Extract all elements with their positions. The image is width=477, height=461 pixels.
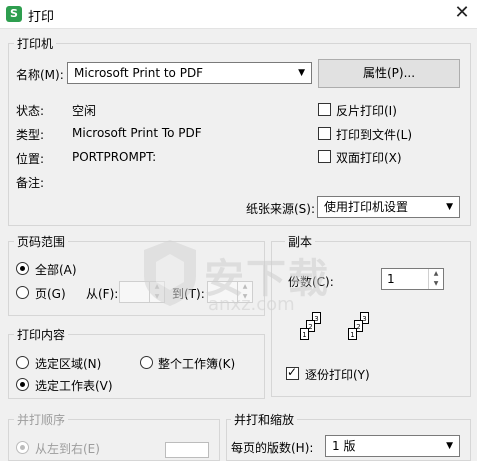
copies-count-label: 份数(C): <box>288 275 334 289</box>
duplex-print-checkbox[interactable] <box>318 150 331 163</box>
content-selection-radio[interactable] <box>16 356 29 369</box>
print-order-legend: 并打顺序 <box>14 411 69 428</box>
spinner-arrows-icon: ▲ ▼ <box>149 282 164 302</box>
duplex-print-label[interactable]: 双面打印(X) <box>336 149 402 166</box>
status-label: 状态: <box>16 104 45 118</box>
pages-per-sheet-label: 每页的版数(H): <box>231 441 314 455</box>
content-workbook-radio[interactable] <box>140 356 153 369</box>
range-all-radio[interactable] <box>16 262 29 275</box>
order-preview-box <box>165 442 209 458</box>
close-button[interactable]: ✕ <box>447 0 477 28</box>
properties-button[interactable]: 属性(P)... <box>318 59 460 88</box>
spinner-arrows-icon: ▲ ▼ <box>428 269 443 289</box>
page-range-legend: 页码范围 <box>14 233 69 250</box>
collate-label[interactable]: 逐份打印(Y) <box>305 366 370 383</box>
order-left-to-right-label[interactable]: 从左到右(E) <box>35 440 100 457</box>
reverse-print-checkbox[interactable] <box>318 103 331 116</box>
content-selection-label[interactable]: 选定区域(N) <box>35 355 101 372</box>
collate-illustration-set-2: 3 2 1 <box>346 312 376 344</box>
to-label: 到(T): <box>172 287 205 301</box>
chevron-down-icon: ▼ <box>446 202 453 212</box>
printer-name-value: Microsoft Print to PDF <box>74 66 204 80</box>
collate-checkbox[interactable] <box>286 365 299 380</box>
content-sheet-label[interactable]: 选定工作表(V) <box>35 377 113 394</box>
copies-count-spinner[interactable]: 1 ▲ ▼ <box>381 268 444 290</box>
print-content-legend: 打印内容 <box>14 326 69 343</box>
reverse-print-label[interactable]: 反片打印(I) <box>336 102 397 119</box>
printer-name-select[interactable]: Microsoft Print to PDF ▼ <box>67 62 312 84</box>
content-workbook-label[interactable]: 整个工作簿(K) <box>158 355 235 372</box>
type-label: 类型: <box>16 128 45 142</box>
printer-legend: 打印机 <box>14 35 57 52</box>
type-value: Microsoft Print To PDF <box>72 126 202 140</box>
page-range-group <box>8 241 265 316</box>
from-label: 从(F): <box>86 287 119 301</box>
wps-app-icon: S <box>6 6 22 22</box>
window-title: 打印 <box>28 10 55 25</box>
copies-count-value: 1 <box>387 272 395 286</box>
collate-page: 1 <box>348 328 357 340</box>
location-value: PORTPROMPT: <box>72 150 157 164</box>
copies-legend: 副本 <box>285 233 316 250</box>
status-value: 空闲 <box>72 104 97 118</box>
to-page-spinner[interactable]: ▲ ▼ <box>207 281 253 303</box>
from-page-spinner[interactable]: ▲ ▼ <box>119 281 165 303</box>
print-to-file-label[interactable]: 打印到文件(L) <box>336 126 412 143</box>
paper-source-select[interactable]: 使用打印机设置 ▼ <box>317 196 460 218</box>
print-to-file-checkbox[interactable] <box>318 127 331 140</box>
paper-source-value: 使用打印机设置 <box>324 200 409 214</box>
content-sheet-radio[interactable] <box>16 378 29 391</box>
pages-per-sheet-select[interactable]: 1 版 ▼ <box>325 435 460 457</box>
title-bar <box>0 0 477 29</box>
spinner-arrows-icon: ▲ ▼ <box>237 282 252 302</box>
printer-name-label: 名称(M): <box>16 68 64 82</box>
chevron-down-icon: ▼ <box>446 441 453 451</box>
collate-page: 1 <box>300 328 309 340</box>
scaling-legend: 并打和缩放 <box>231 411 298 428</box>
range-pages-radio[interactable] <box>16 286 29 299</box>
order-left-to-right-radio[interactable] <box>16 441 29 454</box>
range-pages-label[interactable]: 页(G) <box>35 285 66 302</box>
comment-label: 备注: <box>16 176 45 190</box>
chevron-down-icon: ▼ <box>298 68 305 78</box>
range-all-label[interactable]: 全部(A) <box>35 261 77 278</box>
collate-illustration-set-1: 3 2 1 <box>298 312 328 344</box>
location-label: 位置: <box>16 152 45 166</box>
paper-source-label: 纸张来源(S): <box>246 202 316 216</box>
